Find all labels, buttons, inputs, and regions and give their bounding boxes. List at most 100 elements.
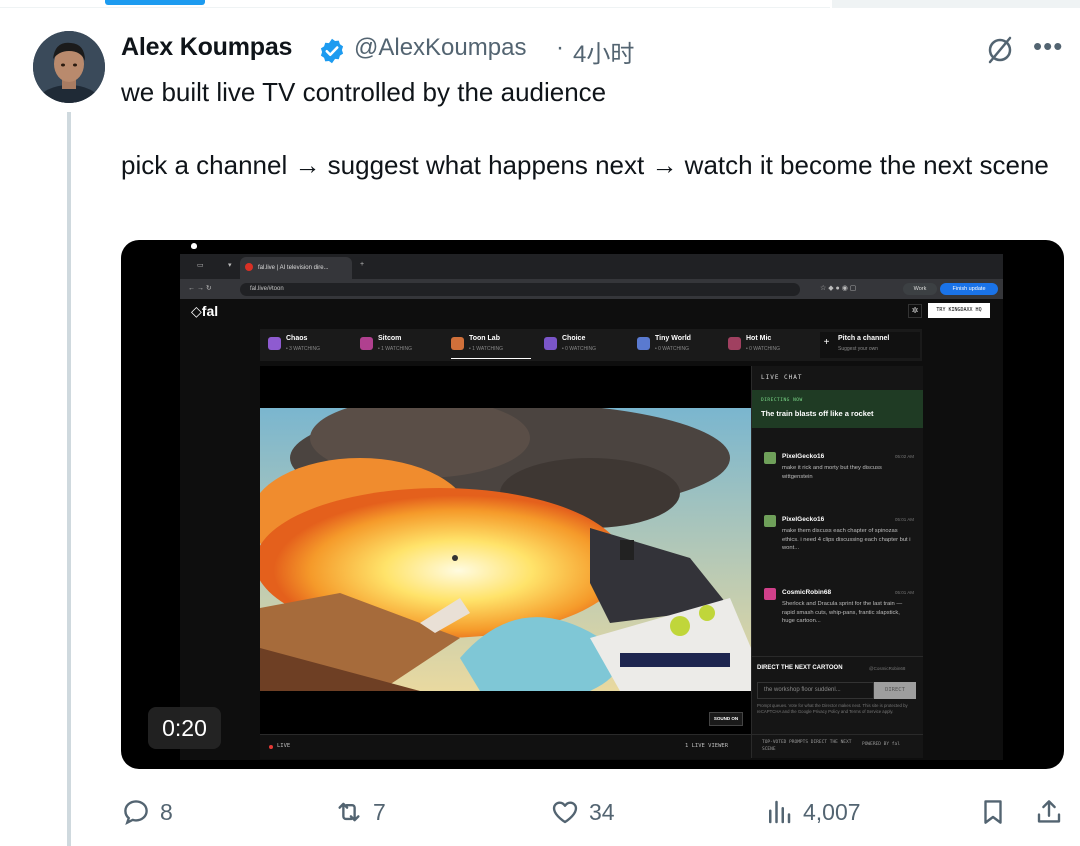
bookmark-icon [984, 800, 1002, 824]
repost-button[interactable]: 7 [334, 795, 386, 829]
browser-addressbar: ← → ↻ fal.live/#toon ☆ ◆ ● ◉ ▢ Work Fini… [180, 279, 1003, 299]
channel-sub: • 1 WATCHING [378, 346, 412, 352]
tweet-text: we built live TV controlled by the audie… [121, 74, 1061, 183]
chat-time: 05:01 AM [894, 517, 914, 522]
url-field: fal.live/#toon [240, 283, 800, 296]
verified-badge-icon [318, 37, 346, 65]
channel-title: Hot Mic [746, 335, 772, 342]
browser-tabbar: ▭ ▾ fal.live | AI television dire... + [180, 254, 1003, 279]
cartoon-video: SOUND ON [260, 366, 751, 734]
author-name[interactable]: Alex Koumpas [121, 33, 292, 62]
channel-hot-mic: Hot Mic • 0 WATCHING [728, 332, 818, 358]
footer-prompts: TOP-VOTED PROMPTS DIRECT THE NEXT SCENE [762, 740, 852, 752]
try-button: TRY KINGDAXX HQ [928, 303, 990, 318]
channel-sub: • 0 WATCHING [655, 346, 689, 352]
chat-avatar-icon [764, 452, 776, 464]
plus-icon: + [823, 337, 830, 348]
grok-icon[interactable] [983, 33, 1017, 67]
browser-tab: fal.live | AI television dire... [240, 257, 352, 279]
chat-text: Sherlock and Dracula sprint for the last… [782, 601, 903, 624]
reply-count: 8 [160, 798, 173, 825]
more-options-icon[interactable]: ••• [1033, 31, 1063, 62]
live-dot-icon [269, 745, 273, 749]
direct-title: DIRECT THE NEXT CARTOON [757, 665, 843, 671]
finish-update-button: Finish update [940, 283, 998, 295]
channel-chaos: Chaos • 3 WATCHING [268, 332, 358, 358]
like-button[interactable]: 34 [550, 795, 615, 829]
separator-dot: · [556, 34, 564, 61]
directing-label: DIRECTING NOW [761, 398, 803, 403]
active-tab-indicator [105, 0, 205, 5]
channel-icon [451, 337, 464, 350]
direct-input: the workshop floor suddenl... [757, 682, 874, 699]
sidebar-strip [832, 0, 1080, 8]
avatar[interactable] [33, 31, 105, 103]
channel-bar: Chaos • 3 WATCHING Sitcom • 1 WATCHING T… [260, 329, 922, 361]
video-status-bar: LIVE 1 LIVE VIEWER [260, 734, 751, 759]
channel-icon [728, 337, 741, 350]
chat-text: make them discuss each chapter of spinoz… [782, 528, 911, 551]
channel-sub: Suggest your own [838, 346, 879, 352]
chat-text: make it rick and morty but they discuss … [782, 465, 882, 480]
chat-time: 05:02 AM [894, 454, 914, 459]
logo-text: fal [201, 303, 219, 319]
chat-footer: TOP-VOTED PROMPTS DIRECT THE NEXT SCENE … [752, 734, 923, 759]
screen-recording: ▭ ▾ fal.live | AI television dire... + ←… [180, 254, 1003, 760]
chat-avatar-icon [764, 588, 776, 600]
chat-user: PixelGecko16 [782, 453, 825, 460]
like-count: 34 [589, 798, 615, 825]
thread-line [67, 112, 71, 846]
video-player[interactable]: ▭ ▾ fal.live | AI television dire... + ←… [121, 240, 1064, 769]
repost-count: 7 [373, 798, 386, 825]
direct-next-cartoon: DIRECT THE NEXT CARTOON @CosmicRobin68 t… [752, 656, 923, 737]
view-count: 4,007 [803, 798, 861, 825]
views-button[interactable]: 4,007 [764, 795, 861, 829]
nav-arrows-icon: ← → ↻ [188, 285, 212, 292]
profile-work: Work [903, 283, 937, 295]
chat-user: PixelGecko16 [782, 516, 825, 523]
channel-title: Sitcom [378, 335, 402, 342]
chat-header: LIVE CHAT [761, 374, 803, 381]
channel-sub: • 1 WATCHING [469, 346, 503, 352]
timestamp[interactable]: 4小时 [573, 34, 634, 69]
author-handle[interactable]: @AlexKoumpas [354, 34, 526, 62]
reply-button[interactable]: 8 [121, 795, 173, 829]
tweet-line-2: pick a channel → suggest what happens ne… [121, 150, 1049, 180]
channel-title: Choice [562, 335, 586, 342]
channel-icon [360, 337, 373, 350]
channel-sub: • 0 WATCHING [562, 346, 596, 352]
channel-icon [637, 337, 650, 350]
repost-icon [338, 802, 360, 822]
divider [0, 7, 830, 8]
channel-tiny-world: Tiny World • 0 WATCHING [637, 332, 727, 358]
channel-sitcom: Sitcom • 1 WATCHING [360, 332, 450, 358]
live-chat-panel: LIVE CHAT DIRECTING NOW The train blasts… [751, 366, 923, 758]
reply-icon [124, 800, 148, 825]
extensions-icon: ☆ ◆ ● ◉ ▢ [820, 285, 857, 292]
channel-title: Pitch a channel [838, 335, 890, 342]
channel-choice: Choice • 0 WATCHING [544, 332, 634, 358]
fal-logo: ◇fal [191, 303, 219, 319]
tab-list-icon: ▾ [228, 262, 232, 269]
direct-user: @CosmicRobin68 [869, 666, 906, 671]
chat-avatar-icon [764, 515, 776, 527]
channel-icon [268, 337, 281, 350]
bookmark-button[interactable] [978, 795, 1008, 829]
analytics-icon [769, 800, 791, 824]
chat-user: CosmicRobin68 [782, 589, 832, 596]
share-button[interactable] [1034, 795, 1064, 829]
sound-on-button: SOUND ON [709, 712, 743, 726]
channel-title: Tiny World [655, 335, 691, 342]
directing-now-card: DIRECTING NOW The train blasts off like … [752, 390, 923, 428]
footer-powered: POWERED BY fal [862, 742, 900, 747]
channel-icon [544, 337, 557, 350]
direct-button: DIRECT [874, 682, 916, 699]
apple-logo-icon [191, 243, 197, 249]
cartoon-frame [260, 408, 751, 691]
channel-title: Toon Lab [469, 335, 500, 342]
share-icon [1037, 800, 1061, 823]
sidebar-icon: ▭ [197, 262, 204, 269]
heart-icon [552, 801, 578, 824]
tweet-line-1: we built live TV controlled by the audie… [121, 77, 607, 107]
direct-hint: Prompt queues. Vote for what the Directo… [757, 703, 908, 714]
